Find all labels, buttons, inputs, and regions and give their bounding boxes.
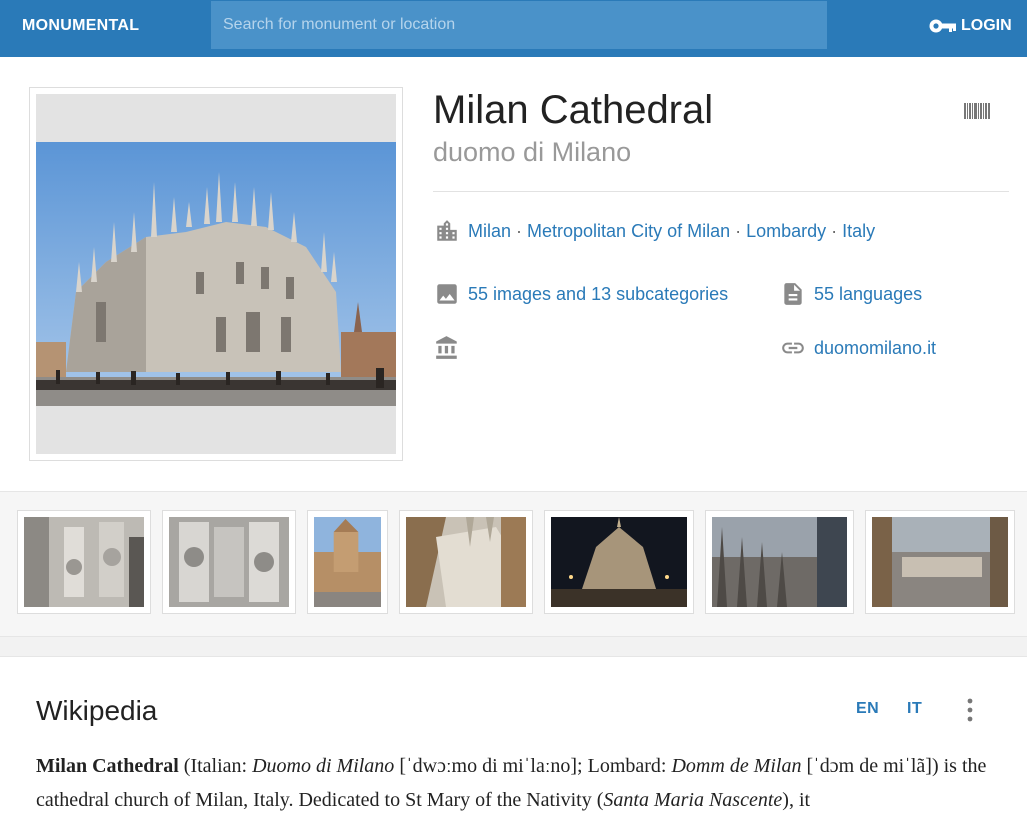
museum-icon[interactable]: [434, 335, 460, 361]
thumbnail-image: [406, 517, 526, 607]
thumbnail-image: [712, 517, 847, 607]
thumbnail-image: [551, 517, 687, 607]
image-icon: [437, 284, 457, 304]
document-icon: [784, 283, 802, 305]
wiki-text-segment: ), it: [782, 789, 811, 811]
languages-link[interactable]: 55 languages: [814, 284, 922, 305]
wiki-text-segment: Domm de Milan: [671, 755, 802, 777]
website-row: duomomilano.it: [780, 335, 936, 361]
wikipedia-extract: Milan Cathedral (Italian: Duomo di Milan…: [36, 749, 1006, 817]
thumbnail-1[interactable]: [17, 510, 151, 614]
search-input[interactable]: [211, 1, 827, 49]
main-photo-frame[interactable]: [29, 87, 403, 461]
heritage-row: [434, 335, 460, 361]
wiki-text-segment: Milan Cathedral: [36, 755, 179, 777]
location-link-city[interactable]: Milan: [468, 221, 511, 242]
monument-subtitle: duomo di Milano: [433, 137, 632, 167]
title-divider: [433, 191, 1009, 192]
brand-logo[interactable]: MONUMENTAL: [22, 17, 139, 35]
commons-link[interactable]: 55 images and 13 subcategories: [468, 284, 728, 305]
thumbnail-6[interactable]: [705, 510, 854, 614]
login-label: LOGIN: [961, 17, 1012, 34]
thumbnail-image: [169, 517, 289, 607]
thumbnail-image: [314, 517, 381, 607]
wikipedia-heading: Wikipedia: [36, 695, 158, 726]
location-separator: ·: [735, 220, 742, 241]
city-icon: [437, 220, 457, 241]
commons-row: 55 images and 13 subcategories: [434, 281, 728, 307]
login-button[interactable]: LOGIN: [929, 15, 1012, 37]
thumbnail-7[interactable]: [865, 510, 1015, 614]
location-link-metro[interactable]: Metropolitan City of Milan: [527, 221, 730, 242]
top-bar: MONUMENTAL LOGIN: [0, 0, 1027, 57]
location-link-region[interactable]: Lombardy: [746, 221, 826, 242]
wiki-text-segment: Duomo di Milano: [252, 755, 395, 777]
wiki-text-segment: (Italian:: [178, 755, 253, 777]
main-photo-background: [36, 94, 396, 454]
wiki-text-segment: [ˈdwɔːmo di miˈlaːno]; Lombard:: [394, 755, 672, 777]
thumbnail-4[interactable]: [399, 510, 533, 614]
monument-title: Milan Cathedral: [433, 88, 714, 132]
location-separator: ·: [516, 220, 523, 241]
wiki-text-segment: Santa Maria Nascente: [603, 789, 783, 811]
website-link[interactable]: duomomilano.it: [814, 338, 936, 359]
location-link-country[interactable]: Italy: [842, 221, 875, 242]
language-toggle-it[interactable]: IT: [907, 700, 922, 718]
more-vertical-icon[interactable]: [960, 697, 980, 723]
languages-row: 55 languages: [780, 281, 922, 307]
key-icon: [929, 19, 956, 33]
thumbnail-image: [872, 517, 1008, 607]
thumbnail-strip: [0, 491, 1027, 637]
language-toggle-en[interactable]: EN: [856, 700, 879, 718]
section-gap: [0, 637, 1027, 657]
thumbnail-3[interactable]: [307, 510, 388, 614]
location-row: Milan · Metropolitan City of Milan · Lom…: [434, 218, 875, 244]
location-separator: ·: [831, 220, 838, 241]
barcode-icon[interactable]: [964, 103, 990, 119]
thumbnail-image: [24, 517, 144, 607]
thumbnail-2[interactable]: [162, 510, 296, 614]
thumbnail-5[interactable]: [544, 510, 694, 614]
main-photo: [36, 142, 396, 406]
link-icon: [782, 342, 804, 354]
